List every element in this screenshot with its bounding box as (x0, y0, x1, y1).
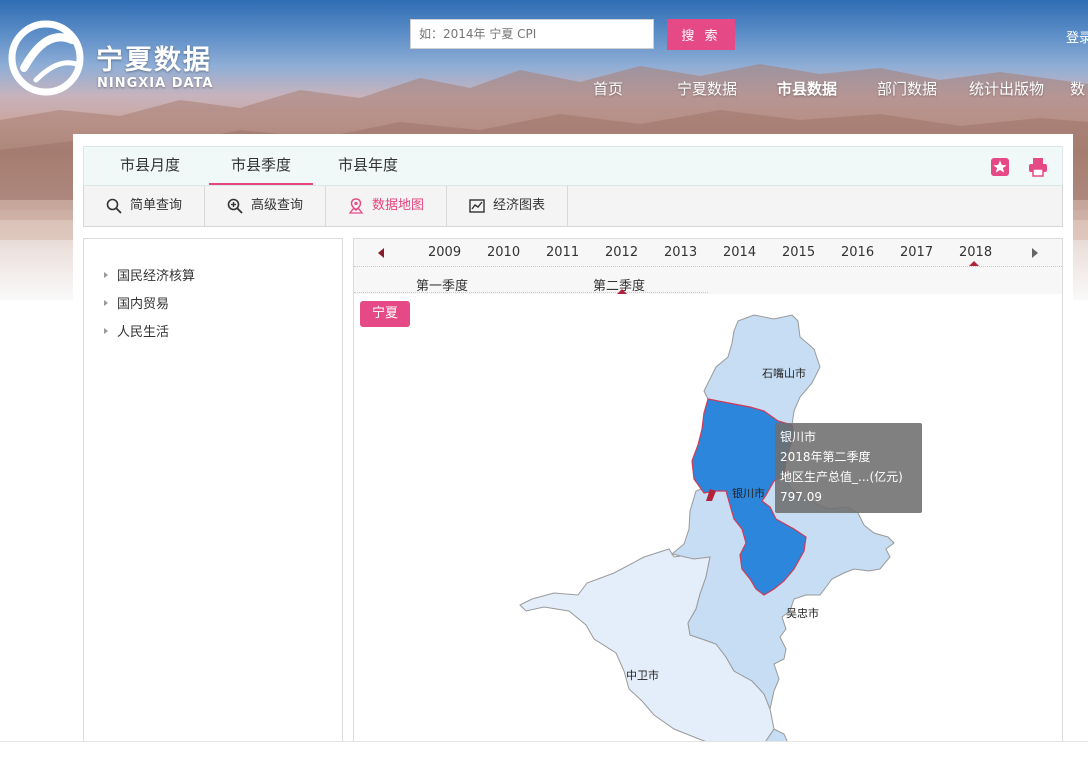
login-link[interactable]: 登录 (1066, 27, 1088, 46)
map-label-yinchuan: 银川市 (732, 486, 765, 500)
data-map-button[interactable]: 数据地图 (326, 186, 447, 226)
tree-item[interactable]: 国内贸易 (104, 293, 169, 312)
economic-chart-label: 经济图表 (493, 198, 546, 213)
caret-right-icon (104, 299, 108, 306)
tooltip-period: 2018年第二季度 (780, 450, 871, 464)
economic-chart-button[interactable]: 经济图表 (447, 186, 568, 226)
tab-monthly[interactable]: 市县月度 (110, 147, 190, 185)
tooltip-indicator: 地区生产总值_...(亿元) (780, 470, 903, 484)
nav-ningxia-data[interactable]: 宁夏数据 (677, 78, 737, 99)
nav-city-county-data[interactable]: 市县数据 (777, 78, 837, 99)
map-tooltip: 银川市 2018年第二季度 地区生产总值_...(亿元) 797.09 (775, 423, 922, 513)
simple-query-label: 简单查询 (130, 198, 183, 213)
tab-yearly[interactable]: 市县年度 (328, 147, 408, 185)
tree-item-label: 国内贸易 (117, 297, 170, 312)
tree-item[interactable]: 国民经济核算 (104, 265, 195, 284)
tab-bar: 市县月度 市县季度 市县年度 (83, 146, 1063, 186)
nav-department-data[interactable]: 部门数据 (877, 78, 937, 99)
tooltip-city: 银川市 (780, 430, 817, 444)
indicator-tree: 国民经济核算 国内贸易 人民生活 (83, 238, 343, 758)
simple-query-button[interactable]: 简单查询 (84, 186, 205, 226)
tree-item-label: 人民生活 (117, 325, 170, 340)
map-label-wuzhong: 吴忠市 (786, 606, 819, 620)
footer-edge (0, 741, 1088, 759)
advanced-query-button[interactable]: 高级查询 (205, 186, 326, 226)
toolbar: 简单查询 高级查询 数据地图 经济图表 (83, 186, 1063, 227)
main-container: 市县月度 市县季度 市县年度 简单查询 高级查询 数据地图 经济图表 国民经济核… (73, 134, 1073, 758)
ningxia-logo-icon (8, 20, 84, 96)
star-icon[interactable] (990, 157, 1010, 177)
caret-right-icon (104, 327, 108, 334)
map-panel: 2009 2010 2011 2012 2013 2014 2015 2016 2017 2018… (353, 238, 1063, 758)
nav-home[interactable]: 首页 (593, 78, 623, 99)
logo-title: 宁夏数据 (96, 45, 212, 76)
logo-subtitle: NINGXIA DATA (97, 76, 214, 91)
chart-icon (469, 199, 485, 213)
caret-right-icon (104, 271, 108, 278)
search-icon (106, 198, 122, 214)
ningxia-map: 石嘴山市 银川市 吴忠市 中卫市 (519, 314, 895, 757)
tab-quarterly[interactable]: 市县季度 (209, 147, 313, 185)
map-label-shizuishan: 石嘴山市 (762, 366, 806, 380)
tree-item[interactable]: 人民生活 (104, 321, 169, 340)
tooltip-value: 797.09 (780, 490, 822, 504)
map-pin-icon (348, 198, 364, 214)
search-input[interactable] (410, 19, 654, 49)
nav-more[interactable]: 数 (1070, 78, 1085, 99)
zoom-in-icon (227, 198, 243, 214)
data-map-label: 数据地图 (372, 198, 425, 213)
nav-publications[interactable]: 统计出版物 (969, 78, 1044, 99)
map-label-zhongwei: 中卫市 (626, 668, 659, 682)
tree-item-label: 国民经济核算 (117, 269, 196, 284)
search-button[interactable]: 搜 索 (667, 19, 735, 50)
advanced-query-label: 高级查询 (251, 198, 304, 213)
print-icon[interactable] (1028, 157, 1048, 177)
